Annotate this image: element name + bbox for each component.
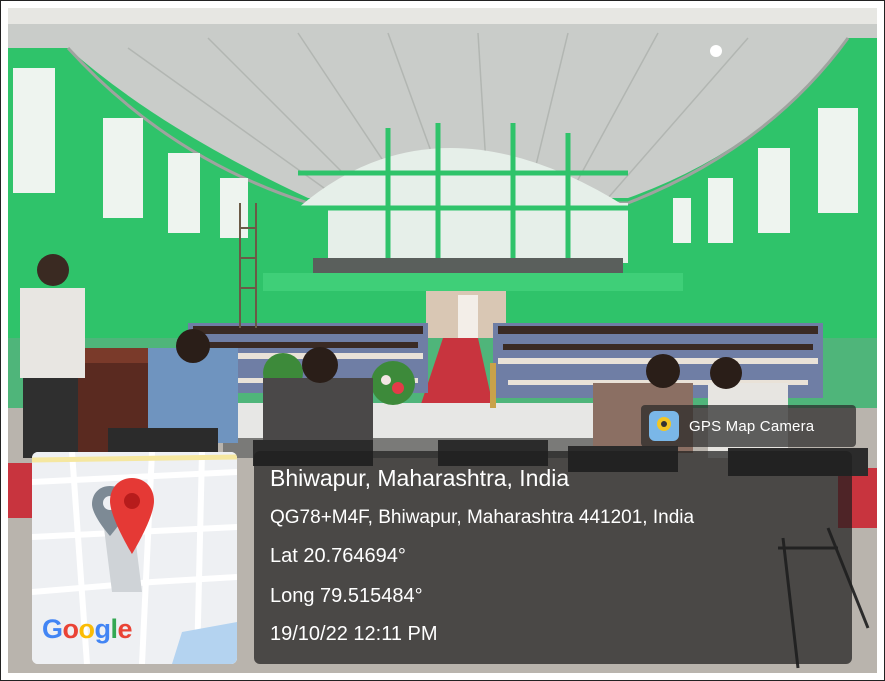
google-logo: Google bbox=[42, 614, 133, 644]
gps-badge-label: GPS Map Camera bbox=[689, 417, 815, 435]
location-info-panel: Bhiwapur, Maharashtra, India QG78+M4F, B… bbox=[254, 451, 852, 664]
map-thumbnail: Google bbox=[32, 452, 237, 664]
photo-frame: GPS Map Camera Google Bhiwapur, Maharash… bbox=[0, 0, 885, 681]
datetime-stamp: 19/10/22 12:11 PM bbox=[270, 623, 438, 645]
latitude-readout: Lat 20.764694° bbox=[270, 545, 406, 567]
place-name: Bhiwapur, Maharashtra, India bbox=[270, 465, 570, 491]
gps-map-camera-badge: GPS Map Camera bbox=[641, 405, 856, 447]
address-line: QG78+M4F, Bhiwapur, Maharashtra 441201, … bbox=[270, 507, 695, 528]
gps-map-camera-icon bbox=[649, 411, 679, 441]
map-pin-icon bbox=[110, 478, 154, 554]
longitude-readout: Long 79.515484° bbox=[270, 585, 423, 607]
